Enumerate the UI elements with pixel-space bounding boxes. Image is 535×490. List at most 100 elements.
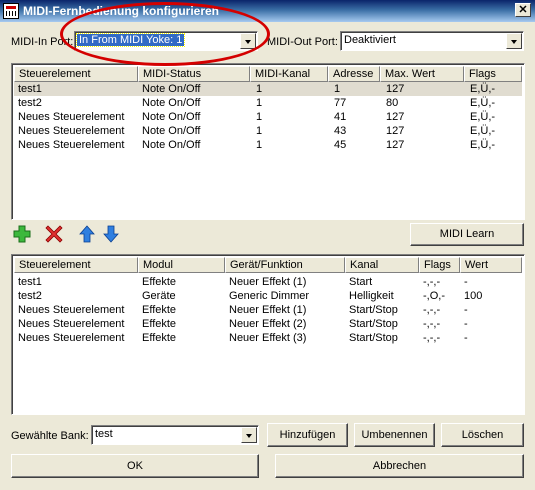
table-row[interactable]: Neues Steuerelement Effekte Neuer Effekt… xyxy=(14,317,522,331)
midi-out-value: Deaktiviert xyxy=(344,34,396,46)
cell: 127 xyxy=(386,125,405,137)
assignments-table[interactable]: Steuerelement Modul Gerät/Funktion Kanal… xyxy=(11,254,525,415)
cell: E,Ü,- xyxy=(470,139,496,151)
cell: -,O,- xyxy=(423,290,445,302)
cell: Neues Steuerelement xyxy=(18,304,125,316)
table-row[interactable]: test1 Effekte Neuer Effekt (1) Start -,-… xyxy=(14,275,522,289)
cell: Geräte xyxy=(142,290,176,302)
cell: 80 xyxy=(386,97,399,109)
column-header[interactable]: Kanal xyxy=(345,257,419,273)
column-header[interactable]: Adresse xyxy=(328,66,380,82)
midi-learn-button[interactable]: MIDI Learn xyxy=(410,223,524,246)
cell: -,-,- xyxy=(423,318,441,330)
controls-table[interactable]: Steuerelement MIDI-Status MIDI-Kanal Adr… xyxy=(11,63,525,220)
cell: 1 xyxy=(256,83,263,95)
bank-select[interactable]: test xyxy=(91,425,259,445)
cell: 41 xyxy=(334,111,347,123)
cell: Note On/Off xyxy=(142,125,201,137)
add-icon[interactable] xyxy=(13,225,31,243)
cell: Neues Steuerelement xyxy=(18,125,125,137)
chevron-down-icon[interactable] xyxy=(506,33,522,49)
bank-value: test xyxy=(95,428,113,440)
cell: -,-,- xyxy=(423,332,441,344)
arrow-down-icon[interactable] xyxy=(102,225,120,243)
column-header[interactable]: Flags xyxy=(419,257,460,273)
cell: Helligkeit xyxy=(349,290,394,302)
table-row[interactable]: Neues Steuerelement Note On/Off 1 43 127… xyxy=(14,124,522,138)
column-header[interactable]: Flags xyxy=(464,66,522,82)
cell: E,Ü,- xyxy=(470,125,496,137)
table-row[interactable]: test2 Note On/Off 1 77 80 E,Ü,- xyxy=(14,96,522,110)
cell: test2 xyxy=(18,290,42,302)
cell: Generic Dimmer xyxy=(229,290,310,302)
cell: Neues Steuerelement xyxy=(18,111,125,123)
arrow-up-icon[interactable] xyxy=(78,225,96,243)
cell: 1 xyxy=(256,111,263,123)
table-row[interactable]: test1 Note On/Off 1 1 127 E,Ü,- xyxy=(14,82,522,96)
midi-out-select[interactable]: Deaktiviert xyxy=(340,31,524,51)
cell: Neuer Effekt (1) xyxy=(229,304,307,316)
cell: Neues Steuerelement xyxy=(18,318,125,330)
cell: Effekte xyxy=(142,318,177,330)
cell: Neuer Effekt (1) xyxy=(229,276,307,288)
cell: E,Ü,- xyxy=(470,83,496,95)
cell: 100 xyxy=(464,290,483,302)
rename-bank-button[interactable]: Umbenennen xyxy=(354,423,435,447)
midi-app-icon xyxy=(3,3,19,19)
bank-label: Gewählte Bank: xyxy=(11,430,89,442)
cell: Neuer Effekt (3) xyxy=(229,332,307,344)
chevron-down-icon[interactable] xyxy=(241,427,257,443)
cell: -,-,- xyxy=(423,276,441,288)
delete-icon[interactable] xyxy=(45,225,63,243)
table-row[interactable]: Neues Steuerelement Effekte Neuer Effekt… xyxy=(14,331,522,345)
cell: test1 xyxy=(18,276,42,288)
table-row[interactable]: test2 Geräte Generic Dimmer Helligkeit -… xyxy=(14,289,522,303)
column-header[interactable]: Wert xyxy=(460,257,522,273)
cell: - xyxy=(464,276,468,288)
cell: Note On/Off xyxy=(142,97,201,109)
column-header[interactable]: Steuerelement xyxy=(14,257,138,273)
cell: Neuer Effekt (2) xyxy=(229,318,307,330)
cell: 127 xyxy=(386,111,405,123)
cell: 1 xyxy=(256,139,263,151)
cell: - xyxy=(464,304,468,316)
cell: Note On/Off xyxy=(142,139,201,151)
cell: 1 xyxy=(256,97,263,109)
cell: E,Ü,- xyxy=(470,97,496,109)
cell: Start/Stop xyxy=(349,318,398,330)
cell: 127 xyxy=(386,83,405,95)
cancel-button[interactable]: Abbrechen xyxy=(275,454,524,478)
cell: Start/Stop xyxy=(349,332,398,344)
annotation-ellipse xyxy=(60,2,270,66)
cell: E,Ü,- xyxy=(470,111,496,123)
cell: Note On/Off xyxy=(142,83,201,95)
cell: 43 xyxy=(334,125,347,137)
cell: 45 xyxy=(334,139,347,151)
column-header[interactable]: Steuerelement xyxy=(14,66,138,82)
delete-bank-button[interactable]: Löschen xyxy=(441,423,524,447)
table-row[interactable]: Neues Steuerelement Effekte Neuer Effekt… xyxy=(14,303,522,317)
cell: test2 xyxy=(18,97,42,109)
cell: Neues Steuerelement xyxy=(18,139,125,151)
cell: Effekte xyxy=(142,276,177,288)
cell: 127 xyxy=(386,139,405,151)
column-header[interactable]: Modul xyxy=(138,257,225,273)
cell: - xyxy=(464,318,468,330)
column-header[interactable]: MIDI-Status xyxy=(138,66,250,82)
cell: test1 xyxy=(18,83,42,95)
table-row[interactable]: Neues Steuerelement Note On/Off 1 41 127… xyxy=(14,110,522,124)
cell: Effekte xyxy=(142,332,177,344)
column-header[interactable]: MIDI-Kanal xyxy=(250,66,328,82)
cell: Start/Stop xyxy=(349,304,398,316)
close-button[interactable]: ✕ xyxy=(515,3,531,17)
cell: Effekte xyxy=(142,304,177,316)
add-bank-button[interactable]: Hinzufügen xyxy=(267,423,348,447)
column-header[interactable]: Max. Wert xyxy=(380,66,464,82)
ok-button[interactable]: OK xyxy=(11,454,259,478)
cell: - xyxy=(464,332,468,344)
column-header[interactable]: Gerät/Funktion xyxy=(225,257,345,273)
cell: -,-,- xyxy=(423,304,441,316)
table-row[interactable]: Neues Steuerelement Note On/Off 1 45 127… xyxy=(14,138,522,152)
cell: Note On/Off xyxy=(142,111,201,123)
cell: 1 xyxy=(256,125,263,137)
